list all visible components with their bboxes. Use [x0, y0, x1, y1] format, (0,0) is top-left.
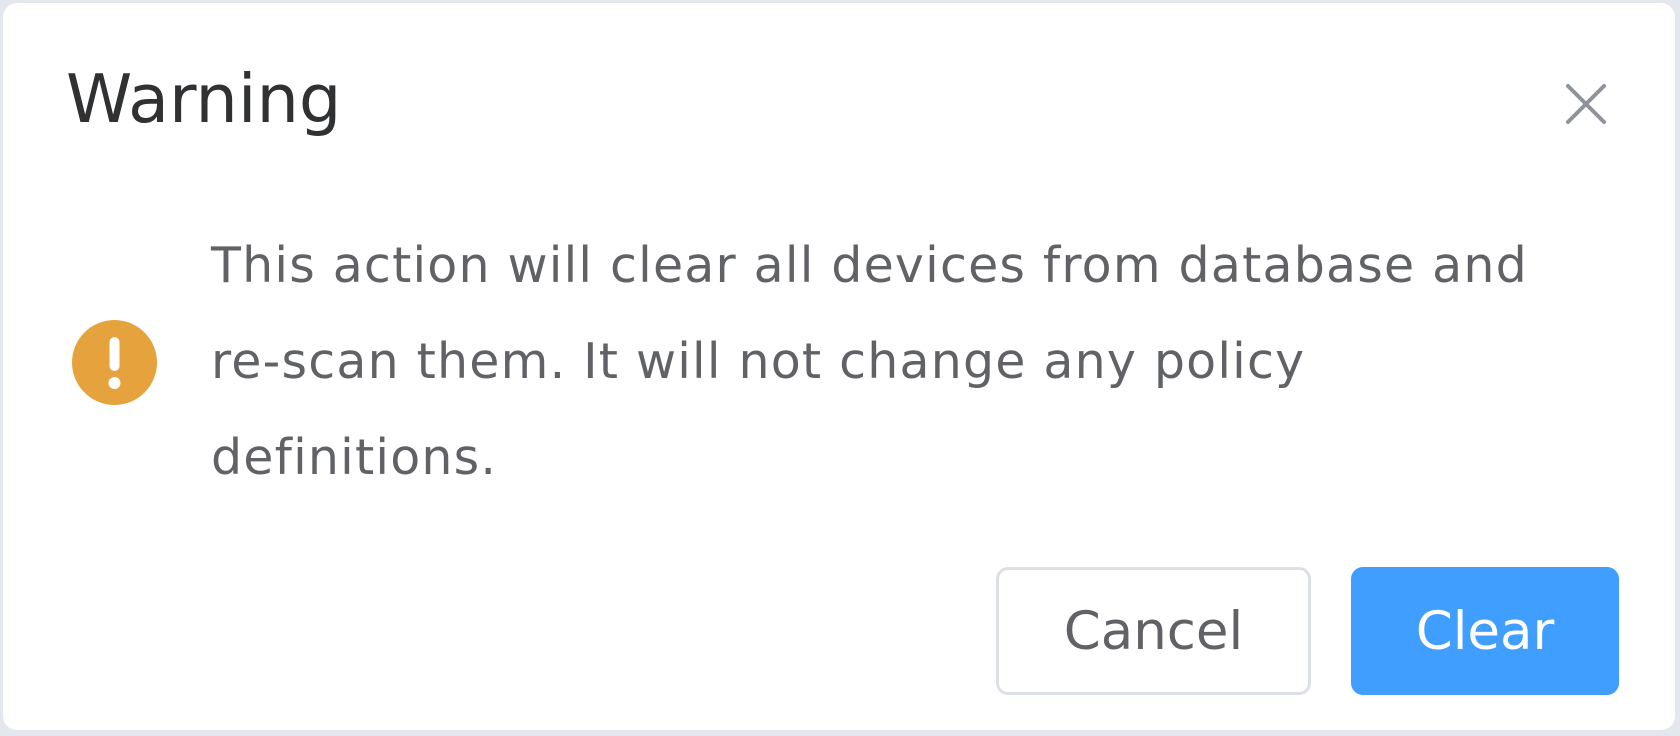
close-icon: [1566, 84, 1606, 124]
close-button[interactable]: [1563, 81, 1609, 127]
dialog-title: Warning: [66, 60, 342, 138]
clear-button[interactable]: Clear: [1351, 567, 1619, 695]
dialog-message: This action will clear all devices from …: [211, 237, 1528, 486]
warning-icon: [72, 320, 157, 405]
warning-dialog: Warning This action will clear all devic…: [3, 3, 1675, 730]
cancel-button[interactable]: Cancel: [996, 567, 1311, 695]
